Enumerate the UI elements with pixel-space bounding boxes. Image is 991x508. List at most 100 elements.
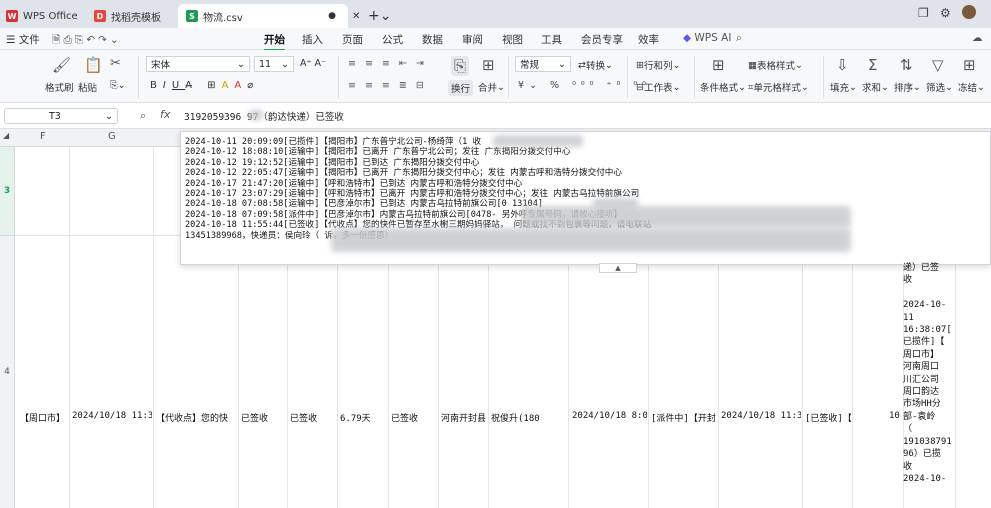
- freeze-button[interactable]: 冻结 ⌄: [958, 80, 985, 95]
- cell-j4[interactable]: 2024/10/18 8:03: [572, 411, 647, 421]
- number-format-icons[interactable]: ¥⌄ % ⁰⁰⁰ ⁺⁰ ⁰⁰: [518, 80, 651, 91]
- menu-bar: ☰ 文件 🗎⎙⎘↶↷⌄ 开始 插入 页面 公式 数据 审阅 视图 工具 会员专享…: [0, 28, 991, 51]
- sum-button[interactable]: 求和 ⌄: [862, 80, 889, 95]
- number-format-select[interactable]: 常规 ⌄: [515, 56, 571, 72]
- font-grow-shrink-icon[interactable]: A⁺ A⁻: [300, 58, 326, 69]
- menu-wps-ai[interactable]: ◆ WPS AI: [683, 32, 731, 44]
- tab-template-label: 找稻壳模板: [111, 12, 161, 24]
- zoom-search-icon[interactable]: ⌕: [140, 109, 146, 123]
- paste-label[interactable]: 粘贴: [78, 80, 97, 94]
- fill-icon[interactable]: ⇩: [836, 56, 849, 74]
- wrap-text-icon[interactable]: ⎘: [451, 56, 470, 76]
- font-name-value: 宋体: [151, 60, 171, 71]
- format-painter-label[interactable]: 格式刷: [45, 80, 74, 94]
- format-painter-icon[interactable]: 🖌: [52, 56, 71, 74]
- cloud-icon[interactable]: ☁: [972, 32, 983, 44]
- tab-unsaved-dot-icon: ●: [328, 11, 336, 21]
- fx-icon[interactable]: fx: [160, 108, 170, 121]
- avatar[interactable]: [962, 5, 976, 19]
- merge-cells-button[interactable]: 合并 ⌄: [478, 80, 505, 95]
- redacted-mask: [493, 135, 583, 147]
- cell-t4-wrapped[interactable]: 递）已签 收 2024-10- 11 16:38:07[ 已揽件]【 周口市】 …: [903, 262, 955, 485]
- paste-icon[interactable]: 📋: [84, 56, 103, 74]
- grid-line: [69, 147, 70, 508]
- table-style-button[interactable]: ▦ 表格样式 ⌄: [748, 58, 803, 73]
- align-horizontal-icons[interactable]: ≡≡≡≣⊟: [348, 80, 433, 91]
- select-all-corner[interactable]: ◢: [3, 131, 9, 140]
- menu-tools[interactable]: 工具: [541, 32, 562, 47]
- cell-n4[interactable]: 10: [889, 411, 902, 421]
- wrap-text-button[interactable]: 换行: [448, 80, 474, 96]
- menu-formula[interactable]: 公式: [382, 32, 403, 47]
- conditional-format-icon[interactable]: ⊞: [712, 56, 725, 74]
- cut-icon[interactable]: ✂: [110, 56, 121, 71]
- formula-bar: T3 ⌄ ⌕ fx 3192059396 97（韵达快递）已签收: [0, 103, 991, 129]
- separator: [823, 56, 824, 98]
- menu-data[interactable]: 数据: [422, 32, 443, 47]
- cell-h4[interactable]: 河南开封县: [441, 411, 487, 424]
- tab-template[interactable]: D 找稻壳模板: [94, 4, 161, 28]
- menu-home[interactable]: 开始: [264, 32, 285, 51]
- worksheet-label: 工作表: [643, 83, 673, 94]
- tab-wps-office[interactable]: W WPS Office: [6, 4, 78, 28]
- cell-a4[interactable]: 【周口市】: [20, 411, 68, 424]
- menu-page[interactable]: 页面: [342, 32, 363, 47]
- tab-file[interactable]: S 物流.csv ●: [178, 4, 348, 28]
- sort-icon[interactable]: ⇅: [900, 56, 913, 74]
- font-style-buttons[interactable]: B I U A̶ ⊞ A A ⌀: [150, 80, 259, 91]
- chevron-down-icon: ⌄: [558, 58, 566, 70]
- menu-file[interactable]: ☰ 文件: [6, 32, 40, 47]
- menu-review[interactable]: 审阅: [462, 32, 483, 47]
- cell-d4[interactable]: 已签收: [241, 411, 286, 424]
- docer-icon: D: [94, 10, 106, 22]
- conditional-format-button[interactable]: 条件格式 ⌄: [700, 80, 746, 95]
- column-header-f[interactable]: F: [40, 131, 46, 142]
- cell-c4[interactable]: 【代收点】您的快: [156, 411, 237, 424]
- cell-e4[interactable]: 已签收: [290, 411, 336, 424]
- rows-cols-button[interactable]: ⊞ 行和列 ⌄: [636, 58, 680, 73]
- new-tab-button[interactable]: + ⌄: [368, 4, 391, 28]
- sort-button[interactable]: 排序 ⌄: [894, 80, 921, 95]
- menu-efficiency[interactable]: 效率: [638, 32, 659, 47]
- convert-button[interactable]: ⇄ 转换 ⌄: [578, 58, 613, 73]
- filter-icon[interactable]: ▽: [932, 56, 944, 74]
- table-style-label: 表格样式: [756, 61, 795, 72]
- convert-label: 转换: [585, 61, 605, 72]
- cell-k4[interactable]: [派件中]【开封: [651, 411, 717, 424]
- cell-style-button[interactable]: ⌗ 单元格样式 ⌄: [748, 80, 809, 95]
- merge-cells-icon[interactable]: ⊞: [482, 56, 495, 74]
- align-top-icons[interactable]: ≡≡≡⇤⇥: [348, 58, 433, 69]
- copy-icon[interactable]: ⎘⌄: [110, 80, 126, 91]
- redacted-mask: [521, 206, 851, 228]
- filter-button[interactable]: 筛选 ⌄: [926, 80, 953, 95]
- close-tab-button[interactable]: ✕: [352, 4, 360, 28]
- quick-access-icons[interactable]: 🗎⎙⎘↶↷⌄: [52, 32, 122, 50]
- cell-l4[interactable]: 2024/10/18 11:39: [721, 411, 801, 421]
- grid-line: [153, 147, 154, 508]
- worksheet-button[interactable]: ⊟ 工作表 ⌄: [636, 80, 680, 95]
- cell-f4[interactable]: 6.79天: [340, 411, 386, 424]
- cell-m4[interactable]: [已签收]【: [805, 411, 851, 424]
- formula-input[interactable]: 3192059396 97（韵达快递）已签收: [184, 109, 344, 123]
- search-icon[interactable]: ⌕: [736, 32, 742, 45]
- cell-content-popup[interactable]: 2024-10-11 20:09:09[已揽件]【揭阳市】广东普宁北公司-杨绮萍…: [180, 131, 991, 265]
- row-header-3[interactable]: 3: [0, 147, 15, 235]
- menu-insert[interactable]: 插入: [302, 32, 323, 47]
- cell-g4[interactable]: 已签收: [391, 411, 437, 424]
- window-restore-icon[interactable]: ❐: [918, 6, 929, 20]
- sum-icon[interactable]: Σ: [868, 56, 877, 74]
- freeze-icon[interactable]: ⊞: [963, 56, 976, 74]
- menu-view[interactable]: 视图: [502, 32, 523, 47]
- cell-style-label: 单元格样式: [753, 83, 801, 94]
- row-header-4[interactable]: 4: [0, 235, 15, 508]
- menu-vip[interactable]: 会员专享: [581, 32, 623, 47]
- name-box[interactable]: T3 ⌄: [4, 108, 118, 124]
- cell-b4[interactable]: 2024/10/18 11:39: [72, 411, 152, 421]
- settings-icon[interactable]: ⚙: [940, 6, 951, 20]
- fill-button[interactable]: 填充 ⌄: [830, 80, 857, 95]
- collapse-popup-button[interactable]: ▲: [599, 263, 637, 273]
- font-name-select[interactable]: 宋体 ⌄: [146, 56, 250, 72]
- column-header-g[interactable]: G: [108, 131, 116, 142]
- font-size-select[interactable]: 11 ⌄: [254, 56, 294, 72]
- cell-i4[interactable]: 祝俊升(180: [491, 411, 567, 424]
